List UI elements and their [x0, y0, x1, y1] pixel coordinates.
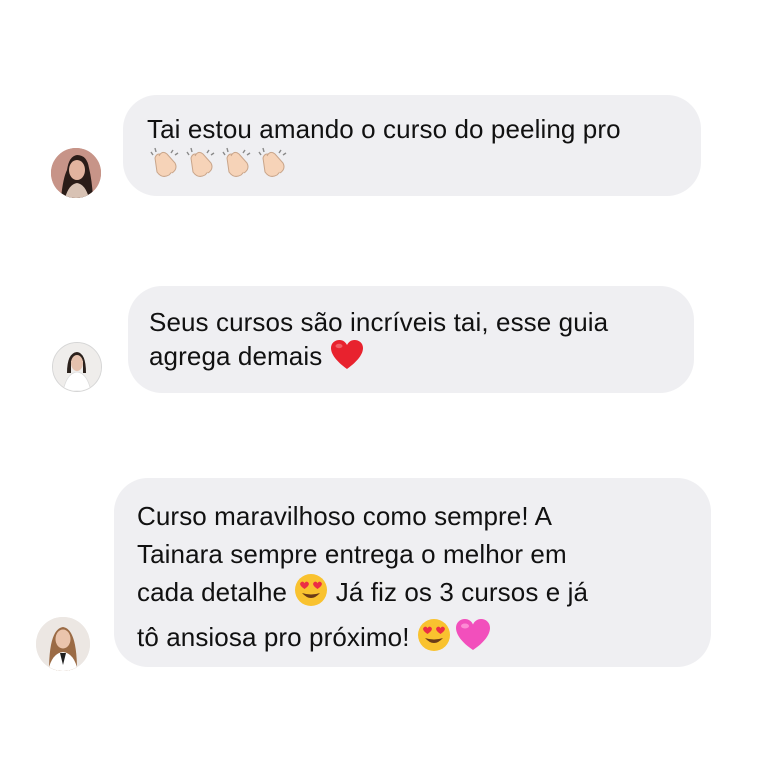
comment-bubble: Curso maravilhoso como sempre! A Tainara…	[114, 478, 711, 667]
emoji-line	[147, 146, 701, 186]
avatar-photo-icon	[53, 343, 101, 391]
comment-text: Tainara sempre entrega o melhor em	[137, 538, 567, 569]
comment-text: Curso maravilhoso como sempre! A	[137, 501, 553, 531]
clapping-hands-icon	[219, 146, 255, 186]
comment-text: cada detalhe Já fiz os 3 cursos e já	[137, 573, 711, 618]
avatar[interactable]	[36, 617, 90, 671]
avatar[interactable]	[52, 342, 102, 392]
comment-text: tô ansiosa pro próximo!	[137, 618, 711, 663]
comment-text: Tai estou amando o curso do peeling pro	[147, 114, 621, 144]
comment-bubble: Seus cursos são incríveis tai, esse guia…	[128, 286, 694, 393]
red-heart-icon	[330, 339, 364, 379]
avatar-photo-icon	[36, 617, 90, 671]
heart-eyes-face-icon	[294, 573, 328, 618]
clapping-hands-icon	[183, 146, 219, 186]
comment-bubble: Tai estou amando o curso do peeling pro	[123, 95, 701, 196]
clapping-hands-icon	[255, 146, 291, 186]
comment-text: agrega demais	[149, 339, 694, 379]
clapping-hands-icon	[147, 146, 183, 186]
pink-heart-icon	[455, 618, 491, 663]
avatar[interactable]	[51, 148, 101, 198]
avatar-photo-icon	[51, 148, 101, 198]
heart-eyes-face-icon	[417, 618, 451, 663]
comment-text: Seus cursos são incríveis tai, esse guia	[149, 307, 609, 337]
